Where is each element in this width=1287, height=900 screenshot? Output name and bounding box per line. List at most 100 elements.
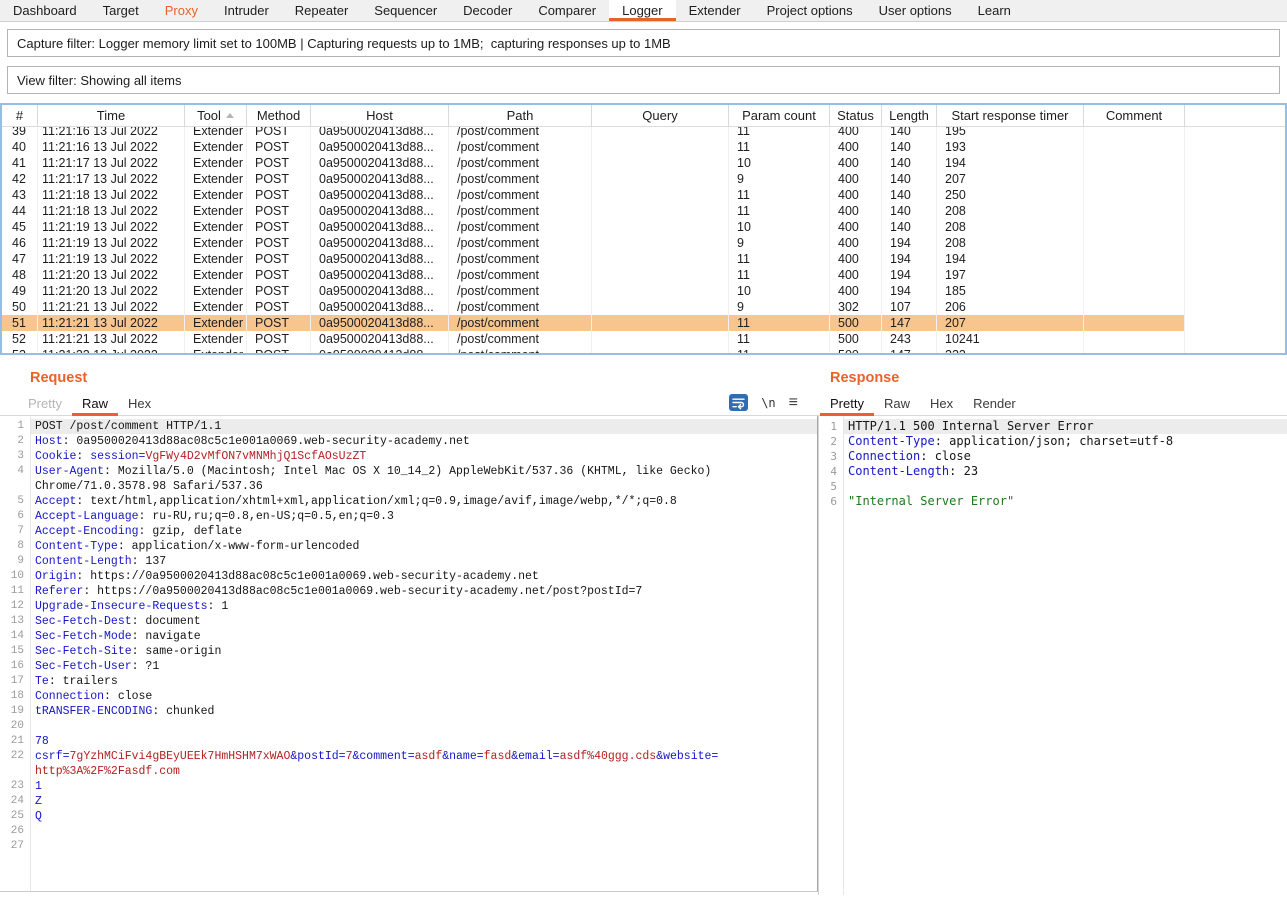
- column-header-tool[interactable]: Tool: [185, 105, 247, 126]
- cell-param_count: 11: [729, 187, 830, 203]
- line-number: 15: [0, 644, 30, 659]
- code-line-text: POST /post/comment HTTP/1.1: [30, 419, 817, 434]
- editor-menu-icon[interactable]: ≡: [789, 397, 798, 409]
- table-row[interactable]: 5011:21:21 13 Jul 2022ExtenderPOST0a9500…: [2, 299, 1285, 315]
- cell-length: 194: [882, 251, 937, 267]
- tab-target[interactable]: Target: [90, 0, 152, 21]
- table-row[interactable]: 4811:21:20 13 Jul 2022ExtenderPOST0a9500…: [2, 267, 1285, 283]
- cell-status: 500: [830, 347, 882, 353]
- cell-path: /post/comment: [449, 283, 592, 299]
- cell-timer: 206: [937, 299, 1084, 315]
- table-row[interactable]: 4711:21:19 13 Jul 2022ExtenderPOST0a9500…: [2, 251, 1285, 267]
- cell-length: 194: [882, 267, 937, 283]
- capture-filter-text: Capture filter: Logger memory limit set …: [17, 36, 671, 51]
- response-tab-render[interactable]: Render: [963, 392, 1026, 415]
- cell-path: /post/comment: [449, 331, 592, 347]
- column-header-label: Method: [257, 108, 300, 123]
- cell-query: [592, 139, 729, 155]
- tab-project-options[interactable]: Project options: [754, 0, 866, 21]
- tab-comparer[interactable]: Comparer: [525, 0, 609, 21]
- column-header-time[interactable]: Time: [38, 105, 185, 126]
- table-row[interactable]: 4311:21:18 13 Jul 2022ExtenderPOST0a9500…: [2, 187, 1285, 203]
- newline-toggle-button[interactable]: \n: [761, 396, 775, 410]
- response-tab-hex[interactable]: Hex: [920, 392, 963, 415]
- line-number: 3: [0, 449, 30, 464]
- response-editor[interactable]: 1HTTP/1.1 500 Internal Server Error2Cont…: [818, 416, 1287, 895]
- cell-tool: Extender: [185, 331, 247, 347]
- cell-time: 11:21:21 13 Jul 2022: [38, 315, 185, 331]
- cell-host: 0a9500020413d88...: [311, 267, 449, 283]
- code-line-text: Connection: close: [843, 449, 1287, 464]
- column-header-status[interactable]: Status: [830, 105, 882, 126]
- column-header-timer[interactable]: Start response timer: [937, 105, 1084, 126]
- tab-intruder[interactable]: Intruder: [211, 0, 282, 21]
- cell-param_count: 11: [729, 347, 830, 353]
- request-editor[interactable]: 1POST /post/comment HTTP/1.12Host: 0a950…: [0, 416, 818, 892]
- cell-param_count: 11: [729, 251, 830, 267]
- response-tab-pretty[interactable]: Pretty: [820, 392, 874, 415]
- column-header-comment[interactable]: Comment: [1084, 105, 1185, 126]
- cell-time: 11:21:21 13 Jul 2022: [38, 331, 185, 347]
- code-line-text: Accept: text/html,application/xhtml+xml,…: [30, 494, 817, 509]
- cell-num: 51: [2, 315, 38, 331]
- cell-path: /post/comment: [449, 127, 592, 139]
- table-row[interactable]: 3911:21:16 13 Jul 2022ExtenderPOST0a9500…: [2, 127, 1285, 139]
- request-tab-pretty[interactable]: Pretty: [18, 392, 72, 415]
- view-filter-bar[interactable]: View filter: Showing all items: [7, 66, 1280, 94]
- cell-host: 0a9500020413d88...: [311, 187, 449, 203]
- table-row[interactable]: 4211:21:17 13 Jul 2022ExtenderPOST0a9500…: [2, 171, 1285, 187]
- tab-dashboard[interactable]: Dashboard: [0, 0, 90, 21]
- cell-length: 147: [882, 315, 937, 331]
- column-header-host[interactable]: Host: [311, 105, 449, 126]
- capture-filter-bar[interactable]: Capture filter: Logger memory limit set …: [7, 29, 1280, 57]
- tab-repeater[interactable]: Repeater: [282, 0, 361, 21]
- cell-tool: Extender: [185, 139, 247, 155]
- word-wrap-toggle-button[interactable]: [729, 394, 748, 411]
- code-line: 7Accept-Encoding: gzip, deflate: [0, 524, 817, 539]
- tab-proxy[interactable]: Proxy: [152, 0, 211, 21]
- cell-time: 11:21:19 13 Jul 2022: [38, 235, 185, 251]
- response-tab-raw[interactable]: Raw: [874, 392, 920, 415]
- table-row[interactable]: 4111:21:17 13 Jul 2022ExtenderPOST0a9500…: [2, 155, 1285, 171]
- cell-time: 11:21:19 13 Jul 2022: [38, 219, 185, 235]
- cell-tool: Extender: [185, 127, 247, 139]
- tab-decoder[interactable]: Decoder: [450, 0, 525, 21]
- code-line-text: [843, 479, 1287, 494]
- request-tab-hex[interactable]: Hex: [118, 392, 161, 415]
- column-header-param_count[interactable]: Param count: [729, 105, 830, 126]
- tab-extender[interactable]: Extender: [676, 0, 754, 21]
- column-header-query[interactable]: Query: [592, 105, 729, 126]
- table-row[interactable]: 4911:21:20 13 Jul 2022ExtenderPOST0a9500…: [2, 283, 1285, 299]
- tab-sequencer[interactable]: Sequencer: [361, 0, 450, 21]
- tab-logger[interactable]: Logger: [609, 0, 675, 21]
- tab-user-options[interactable]: User options: [866, 0, 965, 21]
- table-row[interactable]: 5111:21:21 13 Jul 2022ExtenderPOST0a9500…: [2, 315, 1285, 331]
- table-row[interactable]: 5311:21:22 13 Jul 2022ExtenderPOST0a9500…: [2, 347, 1285, 353]
- tab-learn[interactable]: Learn: [965, 0, 1024, 21]
- column-header-method[interactable]: Method: [247, 105, 311, 126]
- cell-method: POST: [247, 187, 311, 203]
- request-tab-raw[interactable]: Raw: [72, 392, 118, 415]
- column-header-num[interactable]: #: [2, 105, 38, 126]
- cell-status: 302: [830, 299, 882, 315]
- table-row[interactable]: 4611:21:19 13 Jul 2022ExtenderPOST0a9500…: [2, 235, 1285, 251]
- cell-num: 40: [2, 139, 38, 155]
- response-code: 1HTTP/1.1 500 Internal Server Error2Cont…: [819, 419, 1287, 509]
- table-row[interactable]: 4011:21:16 13 Jul 2022ExtenderPOST0a9500…: [2, 139, 1285, 155]
- code-line-text: Content-Length: 23: [843, 464, 1287, 479]
- column-header-path[interactable]: Path: [449, 105, 592, 126]
- line-number: 12: [0, 599, 30, 614]
- cell-host: 0a9500020413d88...: [311, 299, 449, 315]
- column-header-length[interactable]: Length: [882, 105, 937, 126]
- table-row[interactable]: 4511:21:19 13 Jul 2022ExtenderPOST0a9500…: [2, 219, 1285, 235]
- cell-host: 0a9500020413d88...: [311, 315, 449, 331]
- code-line-text: [30, 824, 817, 839]
- cell-num: 44: [2, 203, 38, 219]
- table-row[interactable]: 4411:21:18 13 Jul 2022ExtenderPOST0a9500…: [2, 203, 1285, 219]
- code-line: 1POST /post/comment HTTP/1.1: [0, 419, 817, 434]
- cell-method: POST: [247, 235, 311, 251]
- line-number: 16: [0, 659, 30, 674]
- code-line: 8Content-Type: application/x-www-form-ur…: [0, 539, 817, 554]
- table-row[interactable]: 5211:21:21 13 Jul 2022ExtenderPOST0a9500…: [2, 331, 1285, 347]
- cell-status: 400: [830, 251, 882, 267]
